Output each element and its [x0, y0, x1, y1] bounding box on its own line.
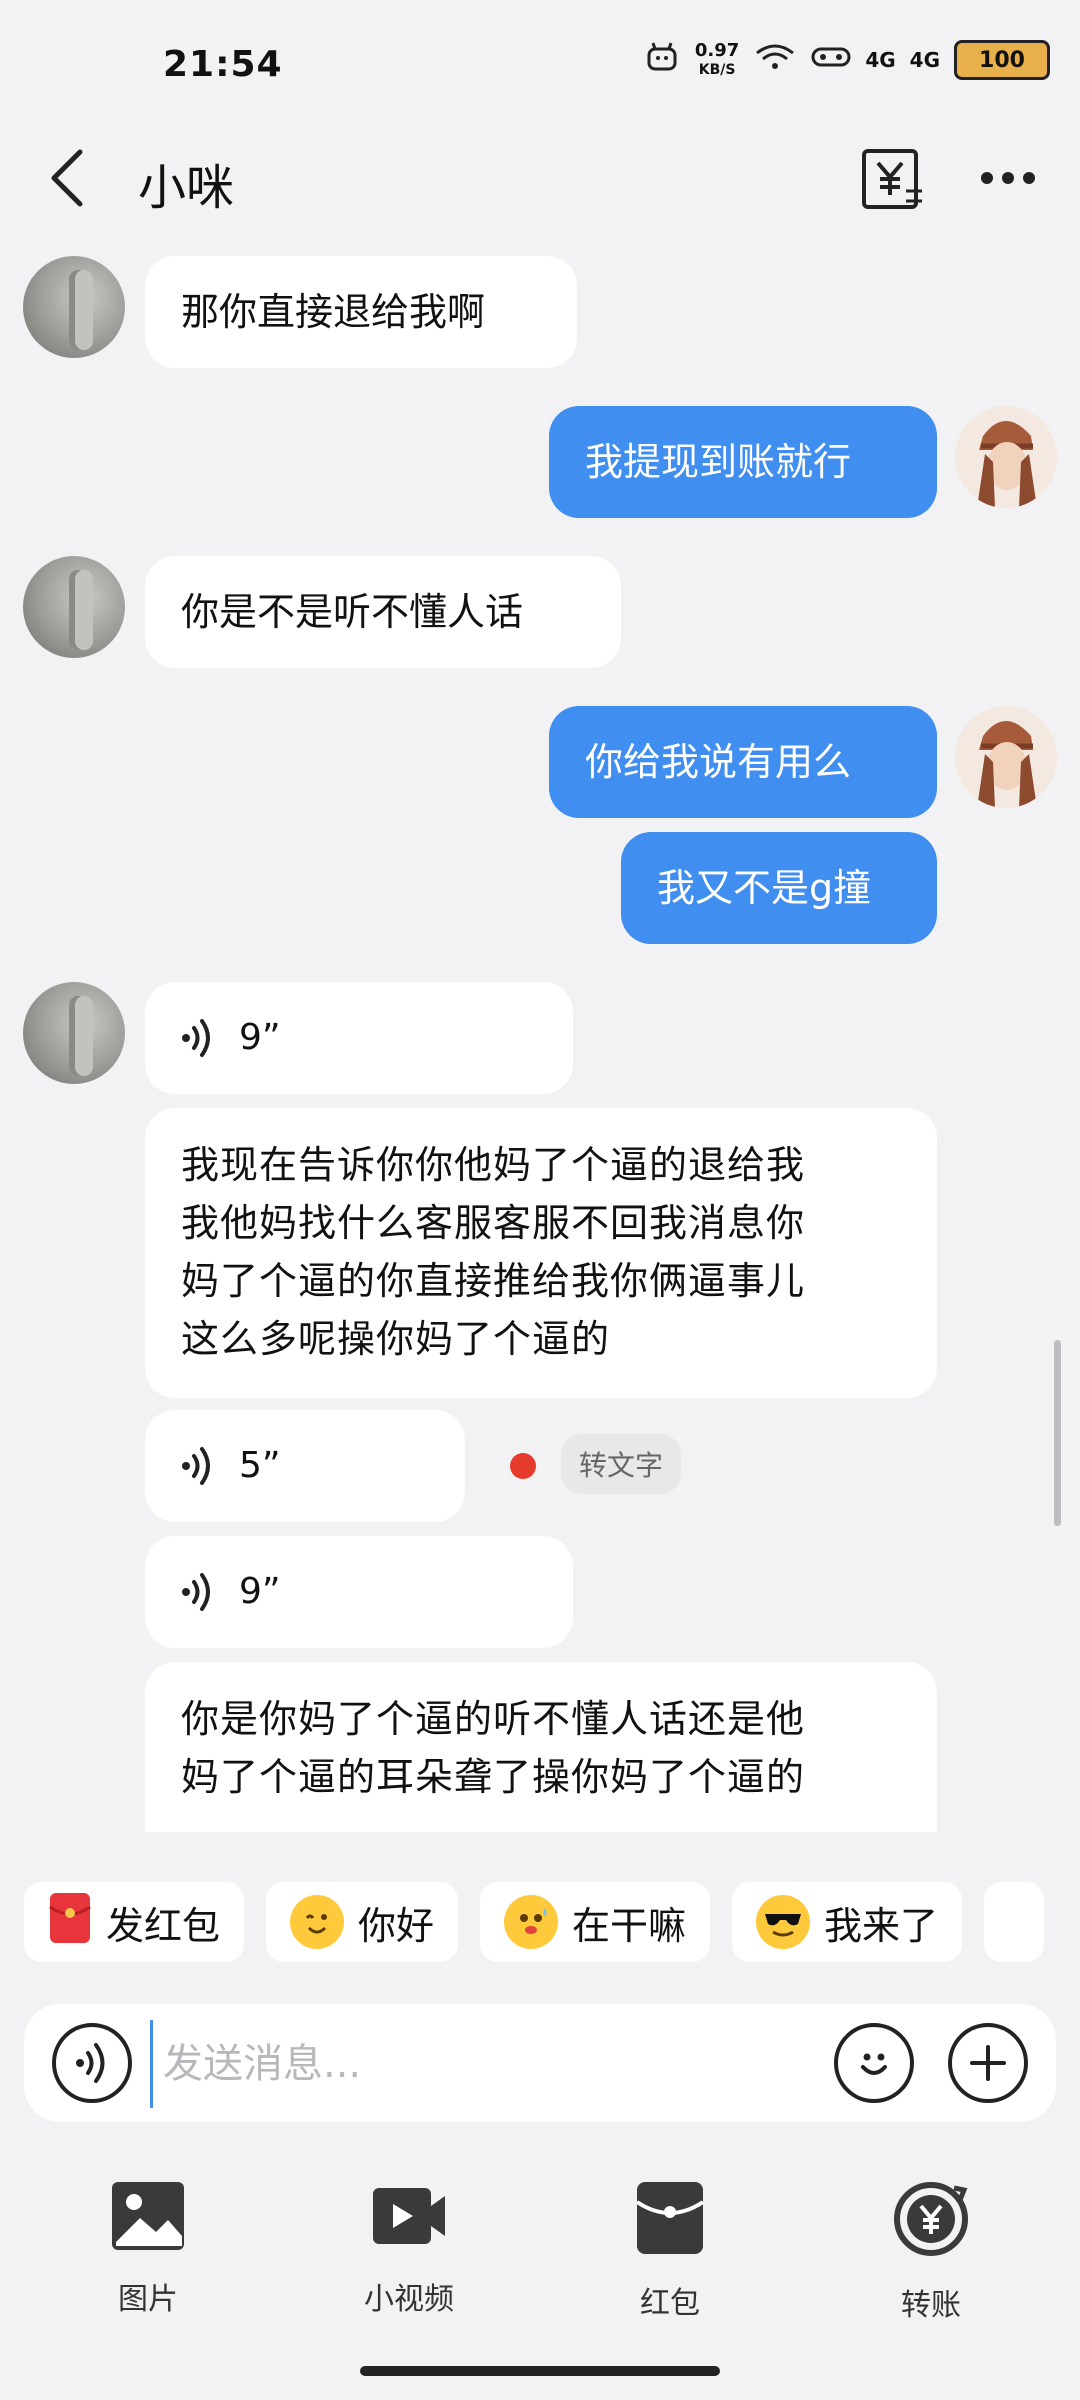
unread-dot	[510, 1453, 536, 1479]
quick-reply-hello[interactable]: 你好	[266, 1882, 459, 1962]
message-bubble-outgoing[interactable]: 我又不是g撞	[621, 832, 937, 944]
message-bubble-incoming[interactable]: 我现在告诉你你他妈了个逼的退给我 我他妈找什么客服客服不回我消息你 妈了个逼的你…	[145, 1108, 937, 1398]
chat-title: 小咪	[138, 160, 235, 216]
home-indicator[interactable]	[360, 2366, 720, 2376]
tool-transfer[interactable]: 转账	[851, 2180, 1011, 2324]
chevron-left-icon	[51, 149, 83, 207]
red-packet-icon	[635, 2182, 705, 2254]
status-icons: 0.97 KB/S 4G 4G 100	[645, 40, 1050, 80]
red-envelope-icon	[48, 1891, 92, 1954]
tool-red-packet[interactable]: 红包	[590, 2180, 750, 2322]
contact-avatar[interactable]	[23, 256, 125, 358]
avatar-image	[955, 706, 1057, 808]
net-speed: 0.97 KB/S	[694, 39, 740, 79]
more-button[interactable]	[978, 160, 1038, 196]
quick-replies: 发红包 你好 在干嘛 我来了	[24, 1882, 1045, 1962]
contact-avatar[interactable]	[23, 982, 125, 1084]
quick-reply-label: 发红包	[106, 1903, 221, 1948]
message-line: 妈了个逼的你直接推给我你俩逼事儿	[181, 1259, 806, 1303]
signal-4g-2: 4G	[909, 48, 940, 72]
tool-label: 转账	[901, 2288, 961, 2323]
message-text: 你是不是听不懂人话	[181, 590, 524, 634]
signal-4g-1: 4G	[865, 48, 896, 72]
quick-reply-coming[interactable]: 我来了	[732, 1882, 963, 1962]
voice-duration: 9”	[239, 1017, 281, 1058]
voice-wave-icon	[182, 1447, 210, 1485]
quick-reply-what-doing[interactable]: 在干嘛	[480, 1882, 711, 1962]
scrollbar[interactable]	[1054, 1340, 1061, 1526]
tool-label: 小视频	[364, 2282, 454, 2317]
transfer-button[interactable]	[858, 145, 926, 213]
yuan-transfer-icon	[862, 149, 922, 209]
voice-input-button[interactable]	[52, 2023, 132, 2103]
voice-wave-icon	[182, 1019, 210, 1057]
message-text: 那你直接退给我啊	[181, 290, 486, 334]
image-icon	[112, 2182, 184, 2250]
my-avatar[interactable]	[955, 406, 1057, 508]
back-button[interactable]	[46, 148, 86, 208]
sweat-emoji-icon	[504, 1895, 559, 1949]
message-bubble-incoming[interactable]: 你是不是听不懂人话	[145, 556, 621, 668]
tool-label: 图片	[118, 2282, 178, 2317]
my-avatar[interactable]	[955, 706, 1057, 808]
message-input[interactable]	[150, 2020, 805, 2108]
message-line: 我现在告诉你你他妈了个逼的退给我	[181, 1143, 806, 1187]
quick-reply-more[interactable]	[984, 1882, 1045, 1962]
voice-duration: 9”	[239, 1571, 281, 1612]
convert-to-text-button[interactable]: 转文字	[561, 1434, 682, 1494]
net-speed-value: 0.97	[694, 39, 740, 61]
chat-list[interactable]: 那你直接退给我啊 我提现到账就行 你是不是听不懂人话 你给我说有用么 我又不是g…	[0, 240, 1080, 1832]
message-line: 我他妈找什么客服客服不回我消息你	[181, 1201, 806, 1245]
plus-icon	[970, 2045, 1006, 2081]
message-bubble-incoming[interactable]: 那你直接退给我啊	[145, 256, 577, 368]
sunglasses-emoji-icon	[756, 1895, 811, 1949]
emoji-button[interactable]	[834, 2023, 914, 2103]
voice-message[interactable]: 9”	[145, 1536, 573, 1648]
net-speed-unit: KB/S	[698, 61, 736, 78]
link-icon	[811, 43, 851, 77]
tool-video[interactable]: 小视频	[329, 2180, 489, 2318]
quick-reply-red-envelope[interactable]: 发红包	[24, 1882, 245, 1962]
wink-emoji-icon	[290, 1895, 345, 1949]
battery-icon: 100	[954, 40, 1050, 80]
voice-message[interactable]: 9”	[145, 982, 573, 1094]
tool-image[interactable]: 图片	[68, 2180, 228, 2318]
wifi-icon	[753, 41, 797, 79]
message-text: 我又不是g撞	[657, 866, 872, 910]
voice-wave-icon	[182, 1573, 210, 1611]
voice-wave-icon	[76, 2043, 105, 2083]
message-bubble-incoming[interactable]: 你是你妈了个逼的听不懂人话还是他 妈了个逼的耳朵聋了操你妈了个逼的	[145, 1662, 937, 1832]
quick-reply-label: 你好	[358, 1903, 435, 1948]
message-bubble-outgoing[interactable]: 你给我说有用么	[549, 706, 937, 818]
video-icon	[373, 2188, 445, 2244]
smile-icon	[861, 2053, 887, 2075]
message-line: 你是你妈了个逼的听不懂人话还是他	[181, 1697, 806, 1741]
voice-message[interactable]: 5”	[145, 1410, 465, 1522]
transfer-icon	[894, 2182, 968, 2256]
avatar-image	[955, 406, 1057, 508]
message-line: 这么多呢操你妈了个逼的	[181, 1317, 611, 1361]
message-text: 你给我说有用么	[585, 740, 852, 784]
tool-label: 红包	[640, 2286, 700, 2321]
message-line: 妈了个逼的耳朵聋了操你妈了个逼的	[181, 1755, 806, 1799]
quick-reply-label: 在干嘛	[572, 1903, 687, 1948]
message-text: 我提现到账就行	[585, 440, 852, 484]
more-icon	[981, 172, 1035, 184]
voice-duration: 5”	[239, 1445, 281, 1486]
quick-reply-label: 我来了	[824, 1903, 939, 1948]
notification-icon	[645, 41, 681, 79]
status-time: 21:54	[163, 44, 283, 85]
add-button[interactable]	[948, 2023, 1028, 2103]
message-bubble-outgoing[interactable]: 我提现到账就行	[549, 406, 937, 518]
contact-avatar[interactable]	[23, 556, 125, 658]
